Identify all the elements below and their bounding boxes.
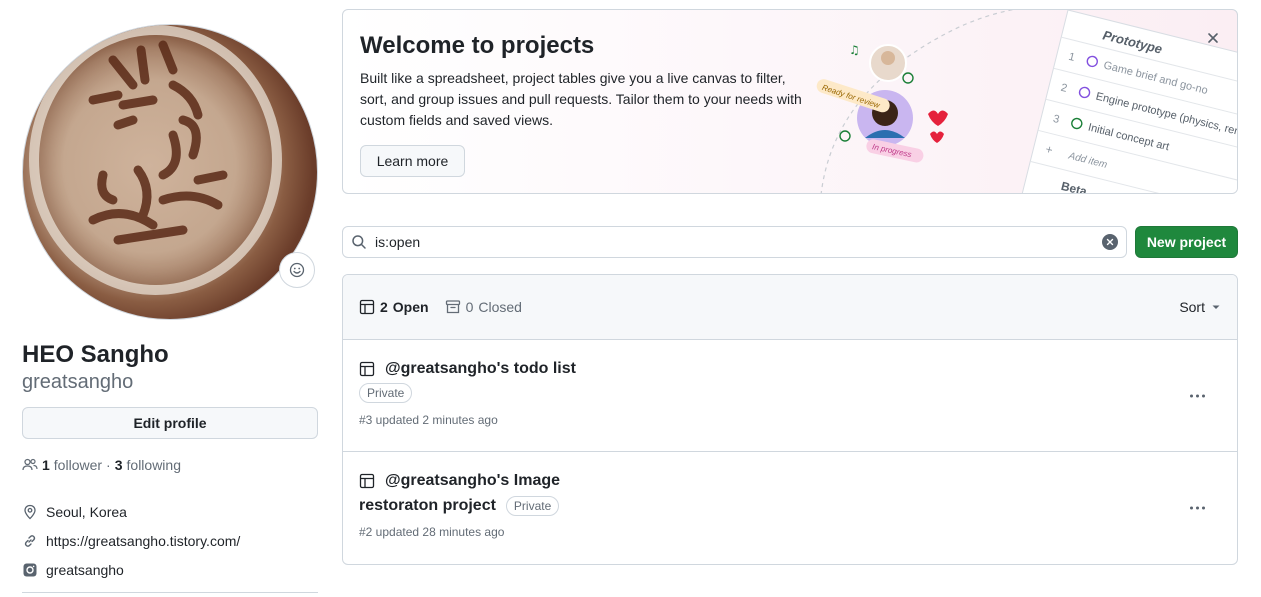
project-row[interactable]: @greatsangho's Image restoraton project …: [343, 452, 1237, 564]
dismiss-banner-button[interactable]: [1203, 28, 1223, 48]
following-count: 3: [114, 457, 123, 473]
kebab-horizontal-icon: [1190, 506, 1193, 510]
banner-title: Welcome to projects: [360, 32, 595, 59]
projects-list: 2 Open 0 Closed Sort @greatsangho's todo…: [342, 274, 1238, 565]
profile-details: Seoul, Korea https://greatsangho.tistory…: [22, 497, 318, 584]
followers-link[interactable]: 1 follower: [42, 457, 102, 473]
project-title[interactable]: @greatsangho's todo list: [359, 360, 576, 378]
profile-sidebar: HEO Sangho greatsangho Edit profile 1 fo…: [22, 24, 318, 593]
projects-list-header: 2 Open 0 Closed Sort: [343, 275, 1237, 340]
table-icon: [359, 473, 375, 489]
project-title-text[interactable]: @greatsangho's todo list: [385, 360, 576, 378]
smiley-icon: [289, 262, 305, 278]
kebab-horizontal-icon: [1190, 394, 1193, 397]
close-icon: [1208, 33, 1218, 43]
sort-menu[interactable]: Sort: [1179, 299, 1221, 315]
welcome-banner: Welcome to projects Built like a spreads…: [342, 9, 1238, 194]
website-link[interactable]: https://greatsangho.tistory.com/: [46, 533, 240, 549]
people-icon: [22, 458, 38, 471]
svg-text:♫: ♫: [849, 43, 860, 57]
set-status-button[interactable]: [279, 252, 315, 288]
closed-label: Closed: [478, 299, 522, 315]
visibility-badge: Private: [359, 383, 413, 403]
clear-search-button[interactable]: [1102, 234, 1118, 250]
project-options-button[interactable]: [1190, 506, 1205, 510]
search-input[interactable]: [375, 234, 1094, 250]
closed-count: 0: [465, 299, 474, 315]
avatar[interactable]: [22, 24, 318, 320]
projects-toolbar: New project: [342, 226, 1238, 258]
profile-website[interactable]: https://greatsangho.tistory.com/: [22, 526, 318, 555]
profile-instagram[interactable]: greatsangho: [22, 555, 318, 584]
triangle-down-icon: [1212, 305, 1220, 309]
open-count: 2: [380, 299, 388, 315]
project-search[interactable]: [342, 226, 1127, 258]
project-title[interactable]: @greatsangho's Image: [359, 472, 560, 490]
sidebar-divider: [22, 592, 318, 593]
projects-main: Welcome to projects Built like a spreads…: [342, 9, 1238, 565]
profile-full-name: HEO Sangho: [22, 341, 169, 368]
banner-description: Built like a spreadsheet, project tables…: [360, 70, 802, 128]
search-icon: [352, 235, 366, 249]
table-icon: [359, 361, 375, 377]
location-icon: [24, 504, 36, 519]
open-label: Open: [392, 299, 429, 315]
project-meta: #3 updated 2 minutes ago: [359, 413, 498, 427]
location-text: Seoul, Korea: [46, 503, 127, 520]
x-circle-fill-icon: [1106, 238, 1114, 246]
follow-separator: ·: [106, 457, 111, 473]
instagram-icon: [23, 563, 37, 576]
closed-projects-filter[interactable]: 0 Closed: [445, 299, 522, 315]
open-projects-filter[interactable]: 2 Open: [359, 299, 429, 315]
sort-label: Sort: [1179, 299, 1205, 315]
follow-stats: 1 follower · 3 following: [22, 457, 318, 473]
followers-count: 1: [42, 457, 50, 473]
project-title-continued[interactable]: restoraton project Private: [359, 496, 560, 516]
learn-more-button[interactable]: Learn more: [360, 145, 465, 177]
following-label: following: [126, 457, 181, 473]
following-link[interactable]: 3 following: [115, 457, 181, 473]
project-row[interactable]: @greatsangho's todo list Private #3 upda…: [343, 340, 1237, 452]
archive-icon: [445, 300, 460, 314]
instagram-link[interactable]: greatsangho: [46, 562, 124, 578]
new-project-button[interactable]: New project: [1135, 226, 1238, 258]
project-title-text-2[interactable]: restoraton project: [359, 497, 496, 515]
project-options-button[interactable]: [1190, 394, 1205, 397]
profile-location: Seoul, Korea: [22, 497, 318, 526]
edit-profile-button[interactable]: Edit profile: [22, 407, 318, 439]
visibility-badge: Private: [505, 496, 560, 516]
link-icon: [24, 534, 36, 547]
followers-label: follower: [53, 457, 103, 473]
project-title-text[interactable]: @greatsangho's Image: [385, 472, 560, 490]
profile-login: greatsangho: [22, 371, 134, 393]
avatar-latte-art: [88, 40, 228, 245]
project-meta: #2 updated 28 minutes ago: [359, 525, 505, 539]
table-icon: [359, 299, 375, 315]
banner-illustration: Prototype 1 Game brief and go-no 2 Engin…: [816, 10, 1237, 193]
